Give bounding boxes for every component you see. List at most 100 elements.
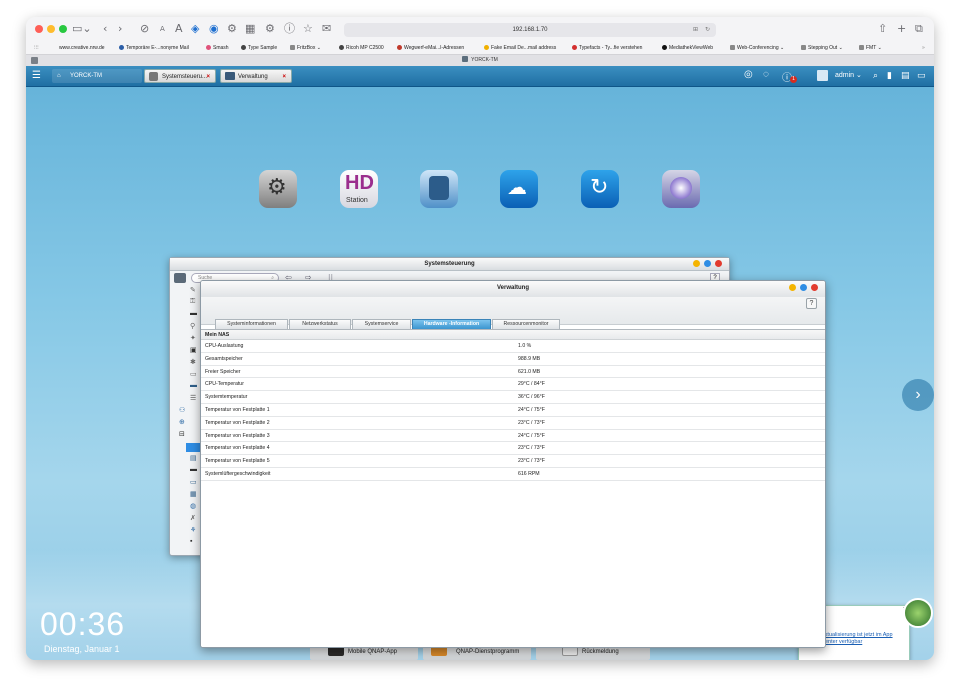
bookmark-item[interactable]: www.creative.nrw.de — [59, 42, 105, 54]
firmware-icon[interactable]: ▭ — [190, 370, 197, 378]
display-icon[interactable]: ▬ — [190, 466, 197, 473]
browser-tab[interactable]: YORCK-TM — [26, 55, 934, 66]
lock-icon[interactable]: ⚿ — [190, 298, 195, 306]
control-panel-app-icon[interactable]: ⚙ — [259, 170, 297, 208]
tab-verwaltung[interactable]: Verwaltung × — [220, 69, 292, 83]
help-button[interactable]: ? — [806, 298, 817, 309]
mail-icon[interactable]: ✉ — [322, 22, 331, 36]
grid-view-icon[interactable] — [174, 273, 186, 283]
external-device-icon[interactable]: ☰ — [190, 394, 196, 402]
search-icon[interactable]: ⌕ — [873, 70, 878, 81]
shield-icon[interactable]: ⊘ — [140, 22, 149, 36]
share-icon[interactable]: ⇧ — [878, 22, 887, 36]
power-icon[interactable]: ⚲ — [190, 322, 195, 330]
bookmark-folder[interactable]: Web-Conferencing ⌄ — [730, 42, 784, 54]
maximize-button[interactable] — [800, 284, 807, 291]
back-icon[interactable]: ‹ — [103, 22, 107, 36]
tools-icon[interactable]: ✗ — [190, 514, 196, 522]
tab-hardware-information[interactable]: Hardware -Information — [412, 319, 491, 329]
translate-icon[interactable]: ⊞ — [693, 23, 698, 37]
font-small-icon[interactable]: A — [160, 22, 165, 36]
extension-icon[interactable]: ◈ — [191, 22, 199, 36]
hardware-icon[interactable]: ▬ — [190, 310, 197, 317]
bookmark-item[interactable]: Wegwerf-eMai...l-Adressen — [397, 42, 464, 54]
storage-app-icon[interactable] — [420, 170, 458, 208]
update-link[interactable]: Aktualisierung ist jetzt im App Center v… — [821, 632, 901, 646]
myqnapcloud-app-icon[interactable]: ☁ — [500, 170, 538, 208]
notification-icon[interactable]: ✱ — [190, 358, 196, 366]
new-tab-icon[interactable]: + — [897, 22, 906, 36]
adblock-icon[interactable]: ◉ — [209, 22, 219, 36]
home-tab[interactable]: ⌂ YORCK-TM — [52, 69, 142, 83]
bookmarks-grid-icon[interactable]: ⁝⁝⁝ — [34, 42, 39, 54]
bookmark-folder[interactable]: FMT ⌄ — [859, 42, 882, 54]
user-avatar[interactable] — [817, 70, 828, 81]
monitor-icon[interactable]: ▭ — [917, 70, 926, 81]
tab-systeminformationen[interactable]: Systeminformationen — [215, 319, 288, 329]
bookmark-item[interactable]: MediathekViewWeb — [662, 42, 713, 54]
privileges-icon[interactable]: ⚇ — [179, 406, 185, 414]
table-row: Systemtemperatur 36°C / 96°F — [201, 391, 825, 404]
tab-overview-icon[interactable]: ⧉ — [915, 22, 923, 36]
close-window-button[interactable] — [35, 25, 43, 33]
tab-netzwerkstatus[interactable]: Netzwerkstatus — [289, 319, 351, 329]
close-button[interactable] — [811, 284, 818, 291]
background-tasks-icon[interactable]: ◌ — [763, 69, 769, 80]
next-page-arrow[interactable]: › — [902, 379, 934, 411]
minimize-window-button[interactable] — [47, 25, 55, 33]
bookmark-item[interactable]: Fake Email De...mail address — [484, 42, 556, 54]
bookmark-item[interactable]: Temporäre E-...nonyme Mail — [119, 42, 189, 54]
tab-ressourcenmonitor[interactable]: Ressourcenmonitor — [492, 319, 560, 329]
bookmark-folder[interactable]: FritzBox ⌄ — [290, 42, 321, 54]
user-menu[interactable]: admin ⌄ — [835, 71, 862, 79]
address-bar[interactable]: 192.168.1.70 ⊞ ↻ — [344, 23, 716, 37]
maximize-button[interactable] — [704, 260, 711, 267]
minimize-button[interactable] — [693, 260, 700, 267]
font-large-icon[interactable]: A — [175, 22, 183, 36]
refresh-icon[interactable]: ◎ — [744, 69, 753, 80]
zoom-window-button[interactable] — [59, 25, 67, 33]
info-icon[interactable]: ⓘ — [284, 22, 295, 36]
settings-icon[interactable]: ⚙ — [265, 22, 275, 36]
extension-badge-icon[interactable]: ⚙ — [227, 22, 237, 36]
gear-icon — [149, 72, 158, 81]
helpdesk-app-icon[interactable] — [662, 170, 700, 208]
menu-icon[interactable]: ☰ — [32, 70, 41, 82]
applications-icon[interactable]: ⊟ — [179, 430, 185, 438]
network-icon[interactable]: ✦ — [190, 334, 196, 342]
dashboard-icon[interactable]: ▤ — [901, 70, 910, 81]
wrench-icon[interactable]: ✎ — [190, 286, 196, 294]
security-icon[interactable]: ▣ — [190, 346, 197, 354]
app-center-icon[interactable] — [903, 598, 933, 628]
close-button[interactable] — [715, 260, 722, 267]
more-bookmarks-icon[interactable]: » — [922, 42, 925, 54]
logs-icon[interactable]: ▦ — [190, 490, 197, 498]
table-row: Freier Speicher 621.0 MB — [201, 366, 825, 379]
calendar-icon[interactable]: ▦ — [245, 22, 255, 36]
network-services-icon[interactable]: ⊕ — [179, 418, 185, 426]
browser-window: ▭⌄ ‹ › ⊘ A A ◈ ◉ ⚙ ▦ ⚙ ⓘ ☆ ✉ 192.168.1.7… — [26, 17, 934, 660]
options-icon[interactable]: ▮ — [887, 70, 892, 81]
minimize-button[interactable] — [789, 284, 796, 291]
reload-icon[interactable]: ↻ — [705, 23, 710, 37]
sync-app-icon[interactable]: ↻ — [581, 170, 619, 208]
tab-systemservice[interactable]: Systemservice — [352, 319, 411, 329]
bookmark-item[interactable]: Typefacts - Ty...fie verstehen — [572, 42, 642, 54]
star-icon[interactable]: ☆ — [303, 22, 313, 36]
forward-icon[interactable]: › — [118, 22, 122, 36]
service-icon[interactable]: ⚘ — [190, 526, 196, 534]
close-icon[interactable]: × — [206, 70, 210, 84]
tab-systemsteuerung[interactable]: Systemsteueru... × — [144, 69, 216, 83]
backup-icon[interactable]: ▬ — [190, 382, 197, 389]
bookmark-item[interactable]: Smash — [206, 42, 229, 54]
sidebar-icon[interactable]: ▭⌄ — [72, 22, 92, 36]
device-icon[interactable]: ▭ — [190, 478, 197, 486]
hd-station-app-icon[interactable]: HD Station — [340, 170, 378, 208]
storage-icon[interactable]: ▤ — [190, 454, 197, 462]
bookmark-item[interactable]: Type Sample — [241, 42, 277, 54]
globe-icon[interactable]: ◍ — [190, 502, 196, 510]
bookmark-item[interactable]: Ricoh MP C2500 — [339, 42, 384, 54]
resource-icon[interactable]: ▪ — [190, 538, 192, 545]
bookmark-folder[interactable]: Stepping Out ⌄ — [801, 42, 843, 54]
close-icon[interactable]: × — [282, 70, 286, 84]
